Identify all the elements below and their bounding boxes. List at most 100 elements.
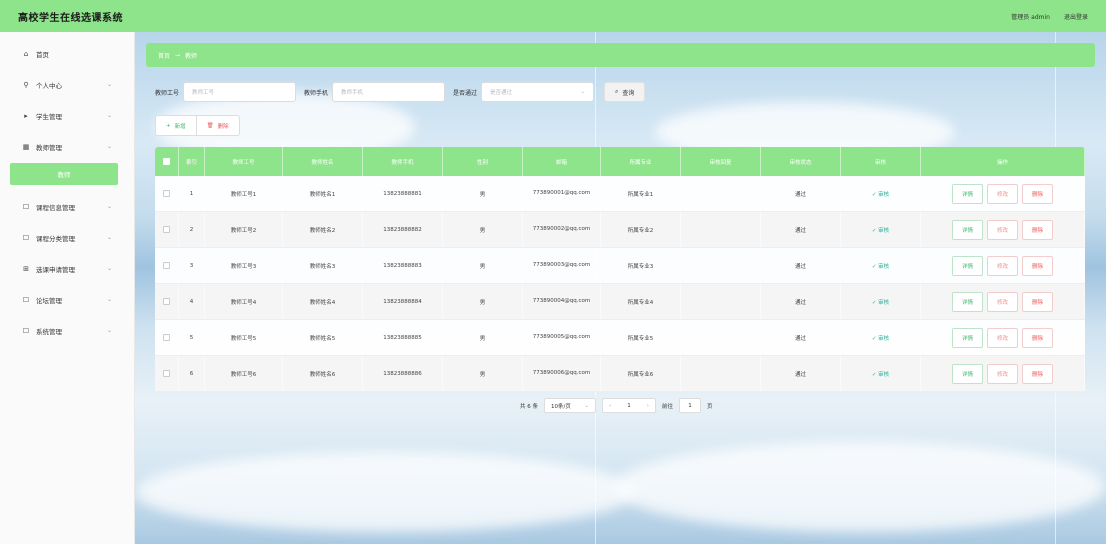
system-icon: ☐ <box>22 326 30 335</box>
row-delete-button[interactable]: 删除 <box>1022 327 1053 348</box>
row-checkbox[interactable] <box>163 298 170 305</box>
table-cell <box>681 212 761 247</box>
detail-button[interactable]: 详情 <box>952 219 983 240</box>
sidebar-subitem-teacher[interactable]: 教师 <box>10 163 118 185</box>
teacher-no-input[interactable]: 教师工号 <box>183 82 297 102</box>
teacher-table: 索引 教师工号 教师姓名 教师手机 性别 邮箱 所属专业 审核回复 审核状态 审核 操作 1 教师工号1… <box>155 147 1085 392</box>
breadcrumb-home[interactable]: 首页 <box>158 51 170 60</box>
row-delete-button[interactable]: 删除 <box>1022 183 1053 204</box>
page-size-select[interactable]: 10条/页 ⌄ <box>544 398 596 413</box>
edit-button[interactable]: 修改 <box>987 219 1018 240</box>
current-page[interactable]: 1 <box>627 403 631 409</box>
sidebar-item-2[interactable]: ▸ 学生管理 ⌄ <box>0 100 134 131</box>
detail-button[interactable]: 详情 <box>952 327 983 348</box>
table-cell: 男 <box>443 320 523 355</box>
goto-suffix: 页 <box>707 403 713 410</box>
chevron-down-icon: ⌄ <box>106 143 112 150</box>
table-cell: 男 <box>443 248 523 283</box>
detail-button[interactable]: 详情 <box>952 291 983 312</box>
sidebar-item-8[interactable]: ☐ 系统管理 ⌄ <box>0 315 134 346</box>
review-link[interactable]: ✓ 审核 <box>872 226 889 234</box>
table-cell: 5 <box>179 320 205 355</box>
approved-select-value: 是否通过 <box>490 90 513 96</box>
approved-label: 是否通过 <box>453 89 478 97</box>
teacher-email: 773890005@qq.com <box>532 334 591 340</box>
edit-button[interactable]: 修改 <box>987 363 1018 384</box>
sidebar-item-7[interactable]: ☐ 论坛管理 ⌄ <box>0 284 134 315</box>
chevron-down-icon: ⌄ <box>106 81 112 88</box>
sidebar-item-4[interactable]: ☐ 课程信息管理 ⌄ <box>0 191 134 222</box>
delete-button[interactable]: 🗑 删除 <box>196 115 240 136</box>
table-row: 3 教师工号3 教师姓名3 13823888883 男 773890003@qq.com 所… <box>155 248 1085 284</box>
add-button[interactable]: + 新增 <box>155 115 197 136</box>
select-all-checkbox[interactable] <box>155 147 179 176</box>
teacher-phone: 13823888885 <box>383 334 422 341</box>
row-actions: 详情 修改 删除 <box>952 327 1053 348</box>
chevron-down-icon: ⌄ <box>106 112 112 119</box>
prev-page-button[interactable]: ‹ <box>609 403 611 409</box>
sidebar-item-1[interactable]: ⚲ 个人中心 ⌄ <box>0 69 134 100</box>
next-page-button[interactable]: › <box>647 403 649 409</box>
review-link[interactable]: ✓ 审核 <box>872 298 889 306</box>
sidebar-item-3[interactable]: ▦ 教师管理 ⌄ <box>0 131 134 162</box>
row-delete-button[interactable]: 删除 <box>1022 363 1053 384</box>
table-cell: 773890003@qq.com <box>523 248 601 283</box>
search-button[interactable]: ⌕ 查询 <box>604 82 646 102</box>
detail-button[interactable]: 详情 <box>952 363 983 384</box>
table-cell: 教师工号1 <box>205 176 283 211</box>
teacher-sex: 男 <box>479 263 486 270</box>
row-checkbox[interactable] <box>163 190 170 197</box>
review-link[interactable]: ✓ 审核 <box>872 190 889 198</box>
edit-button[interactable]: 修改 <box>987 255 1018 276</box>
teacher-no: 教师工号5 <box>230 335 257 342</box>
table-cell: 13823888884 <box>363 284 443 319</box>
edit-button[interactable]: 修改 <box>987 291 1018 312</box>
table-cell: 详情 修改 删除 <box>921 212 1085 247</box>
table-cell: 男 <box>443 284 523 319</box>
edit-button[interactable]: 修改 <box>987 327 1018 348</box>
sidebar-item-0[interactable]: ⌂ 首页 <box>0 38 134 69</box>
review-link[interactable]: ✓ 审核 <box>872 262 889 270</box>
review-link[interactable]: ✓ 审核 <box>872 370 889 378</box>
sidebar-item-5[interactable]: ☐ 课程分类管理 ⌄ <box>0 222 134 253</box>
logout-link[interactable]: 退出登录 <box>1064 12 1088 21</box>
table-cell: 详情 修改 删除 <box>921 284 1085 319</box>
table-cell: ✓ 审核 <box>841 176 921 211</box>
edit-button[interactable]: 修改 <box>987 183 1018 204</box>
review-link-label: 审核 <box>878 371 890 378</box>
table-cell: 773890006@qq.com <box>523 356 601 391</box>
detail-button[interactable]: 详情 <box>952 255 983 276</box>
column-header: 审核回复 <box>681 147 761 176</box>
row-checkbox[interactable] <box>163 226 170 233</box>
row-checkbox[interactable] <box>163 262 170 269</box>
sidebar-item-label: 教师管理 <box>36 143 62 152</box>
row-checkbox[interactable] <box>163 334 170 341</box>
teacher-email: 773890006@qq.com <box>532 370 591 376</box>
sidebar-item-label: 学生管理 <box>36 112 62 121</box>
row-delete-button[interactable]: 删除 <box>1022 291 1053 312</box>
checkbox[interactable] <box>163 158 170 165</box>
row-delete-button[interactable]: 删除 <box>1022 255 1053 276</box>
table-cell: 773890004@qq.com <box>523 284 601 319</box>
teacher-phone-input[interactable]: 教师手机 <box>332 82 446 102</box>
approved-select[interactable]: 是否通过 ⌄ <box>481 82 595 102</box>
column-header: 审核状态 <box>761 147 841 176</box>
row-index: 1 <box>189 190 194 197</box>
sidebar-item-label: 个人中心 <box>36 81 62 90</box>
row-delete-button[interactable]: 删除 <box>1022 219 1053 240</box>
sidebar-item-6[interactable]: ⊞ 选课申请管理 ⌄ <box>0 253 134 284</box>
row-actions: 详情 修改 删除 <box>952 183 1053 204</box>
row-checkbox[interactable] <box>163 370 170 377</box>
table-cell <box>155 248 179 283</box>
row-actions: 详情 修改 删除 <box>952 255 1053 276</box>
table-cell: 男 <box>443 176 523 211</box>
goto-page-input[interactable]: 1 <box>679 398 702 413</box>
table-cell: 所属专业1 <box>601 176 681 211</box>
table-cell: 教师姓名2 <box>283 212 363 247</box>
table-cell: 教师姓名5 <box>283 320 363 355</box>
sidebar: ⌂ 首页 ⚲ 个人中心 ⌄ ▸ 学生管理 ⌄ ▦ 教师管理 ⌄ 教师 ☐ 课程信息管理 ⌄ ☐ 课程分类管理 ⌄ ⊞… <box>0 32 135 544</box>
review-link-label: 审核 <box>878 299 890 306</box>
table-cell <box>155 320 179 355</box>
review-link[interactable]: ✓ 审核 <box>872 334 889 342</box>
detail-button[interactable]: 详情 <box>952 183 983 204</box>
